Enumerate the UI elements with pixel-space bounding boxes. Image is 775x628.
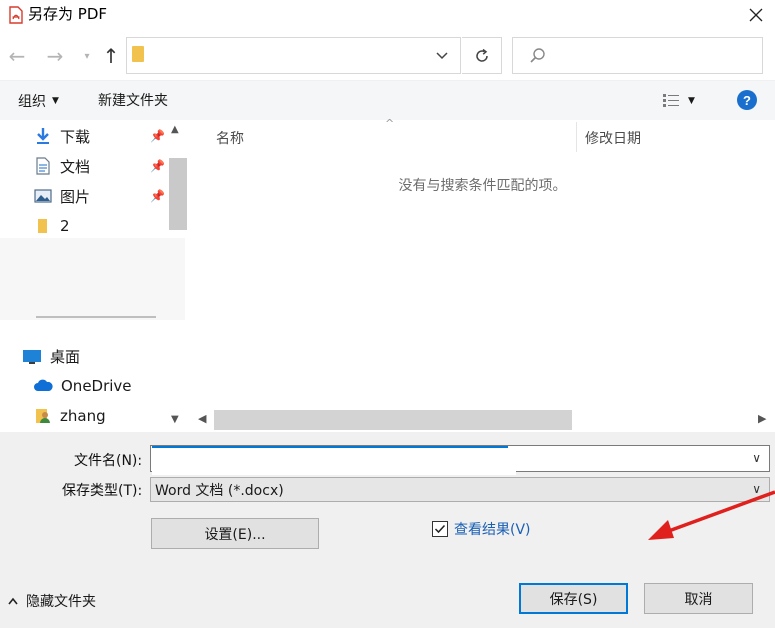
nav-item-label: 桌面 [50,347,81,366]
nav-pane-scroll-thumb[interactable] [169,158,187,230]
cloud-icon [34,379,53,391]
nav-item-onedrive[interactable]: OneDrive [33,371,132,401]
input-focus-underline [152,446,508,448]
nav-item-label: 图片 [60,187,91,206]
close-button[interactable] [736,0,775,30]
nav-item-label: 2 [60,217,70,235]
pin-icon[interactable]: 📌 [150,129,165,143]
chevron-down-icon [436,52,448,60]
nav-item-label: 文档 [60,157,91,176]
address-dropdown-button[interactable] [430,44,454,68]
search-input[interactable] [512,37,763,74]
save-button[interactable]: 保存(S) [519,583,628,614]
folder-icon [132,46,144,62]
chevron-down-icon: ▾ [84,50,90,62]
pin-icon[interactable]: 📌 [150,159,165,173]
column-divider[interactable] [576,122,577,152]
up-button[interactable]: ↑ [100,43,122,69]
new-folder-button[interactable]: 新建文件夹 [98,90,168,112]
chevron-up-icon [8,597,18,605]
nav-pane-blank-area [0,238,185,320]
desktop-icon [23,350,41,364]
hide-folders-label: 隐藏文件夹 [26,594,96,610]
chevron-down-icon: ▼ [52,96,59,106]
download-arrow-icon [37,128,49,144]
column-header-date-modified[interactable]: 修改日期 [585,128,641,148]
filename-label: 文件名(N): [74,453,143,469]
scroll-right-arrow-icon[interactable]: ▶ [758,412,766,425]
title-bar [0,0,775,30]
nav-item-label: 下载 [60,127,91,146]
nav-item-downloads[interactable]: 下载 [34,121,90,151]
help-button[interactable]: ? [737,90,757,110]
scroll-up-arrow-icon[interactable]: ▲ [171,124,179,135]
empty-results-message: 没有与搜索条件匹配的项。 [398,178,567,194]
user-folder-icon [36,409,50,423]
up-arrow-icon: ↑ [102,44,120,68]
pdf-icon [8,6,24,24]
settings-button[interactable]: 设置(E)... [151,518,319,549]
filetype-value: Word 文档 (*.docx) [155,482,284,499]
nav-item-label: OneDrive [61,377,132,395]
view-options-button[interactable]: ▼ [662,90,704,112]
chevron-down-icon: ▼ [688,96,695,106]
cancel-button[interactable]: 取消 [644,583,753,614]
pin-icon[interactable]: 📌 [150,189,165,203]
annotation-arrow-icon [640,480,775,545]
organize-button[interactable]: 组织 ▼ [18,90,59,112]
back-arrow-icon: ← [8,44,26,68]
refresh-button[interactable] [462,37,502,74]
nav-item-partial[interactable] [36,310,166,324]
nav-item-user[interactable]: zhang [34,401,106,431]
chevron-down-icon[interactable]: ∨ [752,451,761,465]
filetype-label: 保存类型(T): [62,483,143,499]
column-header-name[interactable]: 名称 [216,128,244,148]
nav-item-folder-2[interactable]: 2 [34,211,70,241]
scroll-left-arrow-icon[interactable]: ◀ [198,412,206,425]
close-icon [749,8,762,22]
view-result-label: 查看结果(V) [454,522,531,538]
organize-label: 组织 [18,94,46,110]
question-icon: ? [743,92,751,108]
sort-ascending-icon: ^ [385,117,395,130]
picture-icon [34,189,52,203]
back-button[interactable]: ← [6,43,28,69]
nav-item-documents[interactable]: 文档 [34,151,90,181]
scroll-down-arrow-icon[interactable]: ▼ [171,414,179,425]
document-icon [36,157,50,175]
view-result-checkbox[interactable] [432,521,448,537]
view-result-option[interactable]: 查看结果(V) [432,518,531,540]
address-path[interactable] [150,40,350,71]
details-view-icon [663,94,679,107]
filename-value[interactable] [152,449,516,475]
nav-item-label: zhang [60,407,106,425]
recent-locations-button[interactable]: ▾ [76,43,98,69]
forward-arrow-icon: → [46,44,64,68]
checkmark-icon [434,524,446,534]
horizontal-scroll-thumb[interactable] [214,410,572,430]
hide-folders-toggle[interactable]: 隐藏文件夹 [8,591,96,611]
forward-button[interactable]: → [44,43,66,69]
folder-icon [38,219,47,233]
window-title: 另存为 PDF [28,5,107,23]
refresh-icon [475,48,488,62]
nav-item-desktop[interactable]: 桌面 [22,341,80,371]
nav-item-pictures[interactable]: 图片 [34,181,90,211]
search-icon [528,46,548,66]
file-list [190,120,775,432]
